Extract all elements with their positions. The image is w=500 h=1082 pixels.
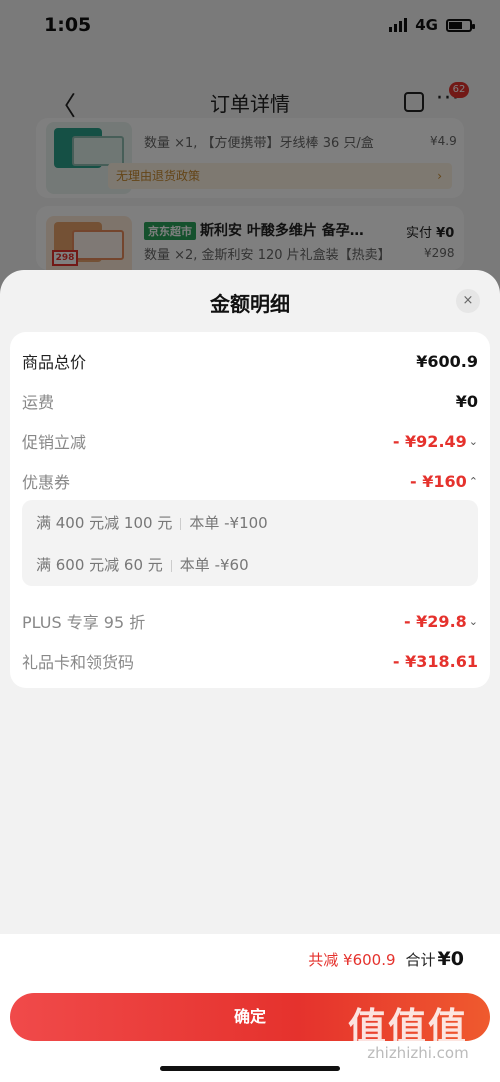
coupon-value: - ¥160 ⌃ (410, 471, 478, 491)
gift-card-label: 礼品卡和领货码 (22, 653, 135, 672)
promotion-value: - ¥92.49 ⌄ (392, 431, 478, 451)
watermark: 值值值 zhizhizhi.com (348, 996, 488, 1066)
coupon-item: 满 400 元减 100 元本单 -¥100 (36, 512, 268, 533)
gift-card-value: - ¥318.61 (392, 651, 478, 671)
sheet-title: 金额明细 (210, 292, 290, 316)
watermark-text: zhizhizhi.com (367, 1044, 469, 1062)
promotion-label: 促销立减 (22, 433, 87, 452)
summary-bar: 共减 ¥600.9 合计 ¥0 (0, 934, 500, 988)
watermark-logo: 值值值 (348, 1004, 469, 1049)
close-icon: × (462, 293, 474, 308)
chevron-up-icon[interactable]: ⌃ (469, 475, 478, 488)
coupon-rule: 满 400 元减 100 元 (36, 514, 173, 532)
amount-detail-sheet: 金额明细 × 商品总价 ¥600.9 运费 ¥0 促销立减 - ¥92.49 ⌄ … (0, 270, 500, 1082)
row-coupon[interactable]: 优惠券 - ¥160 ⌃ (22, 466, 478, 496)
coupon-amount: 本单 -¥100 (189, 514, 268, 532)
goods-total-value: ¥600.9 (416, 351, 478, 371)
plus-discount-value: - ¥29.8 ⌄ (403, 611, 478, 631)
chevron-down-icon[interactable]: ⌄ (469, 435, 478, 448)
coupon-item: 满 600 元减 60 元本单 -¥60 (36, 554, 249, 575)
total-label: 合计 (405, 950, 436, 969)
chevron-down-icon[interactable]: ⌄ (469, 615, 478, 628)
row-plus-discount[interactable]: PLUS 专享 95 折 - ¥29.8 ⌄ (22, 606, 478, 636)
shipping-value: ¥0 (455, 391, 478, 411)
summary: 共减 ¥600.9 合计 ¥0 (308, 948, 464, 970)
row-shipping: 运费 ¥0 (22, 386, 478, 416)
row-goods-total: 商品总价 ¥600.9 (22, 346, 478, 376)
row-gift-card: 礼品卡和领货码 - ¥318.61 (22, 646, 478, 676)
coupon-amount: 本单 -¥60 (179, 556, 249, 574)
total-reduction: 共减 ¥600.9 (308, 950, 396, 969)
coupon-rule: 满 600 元减 60 元 (36, 556, 163, 574)
plus-discount-label: PLUS 专享 95 折 (22, 613, 146, 632)
coupon-details: 满 400 元减 100 元本单 -¥100 满 600 元减 60 元本单 -… (22, 500, 478, 586)
goods-total-label: 商品总价 (22, 353, 87, 372)
amount-detail-card: 商品总价 ¥600.9 运费 ¥0 促销立减 - ¥92.49 ⌄ 优惠券 - ¥… (10, 332, 490, 688)
home-indicator[interactable] (160, 1066, 340, 1071)
row-promotion[interactable]: 促销立减 - ¥92.49 ⌄ (22, 426, 478, 456)
coupon-label: 优惠券 (22, 473, 71, 492)
shipping-label: 运费 (22, 393, 55, 412)
close-button[interactable]: × (456, 289, 480, 313)
total-value: ¥0 (437, 948, 464, 970)
